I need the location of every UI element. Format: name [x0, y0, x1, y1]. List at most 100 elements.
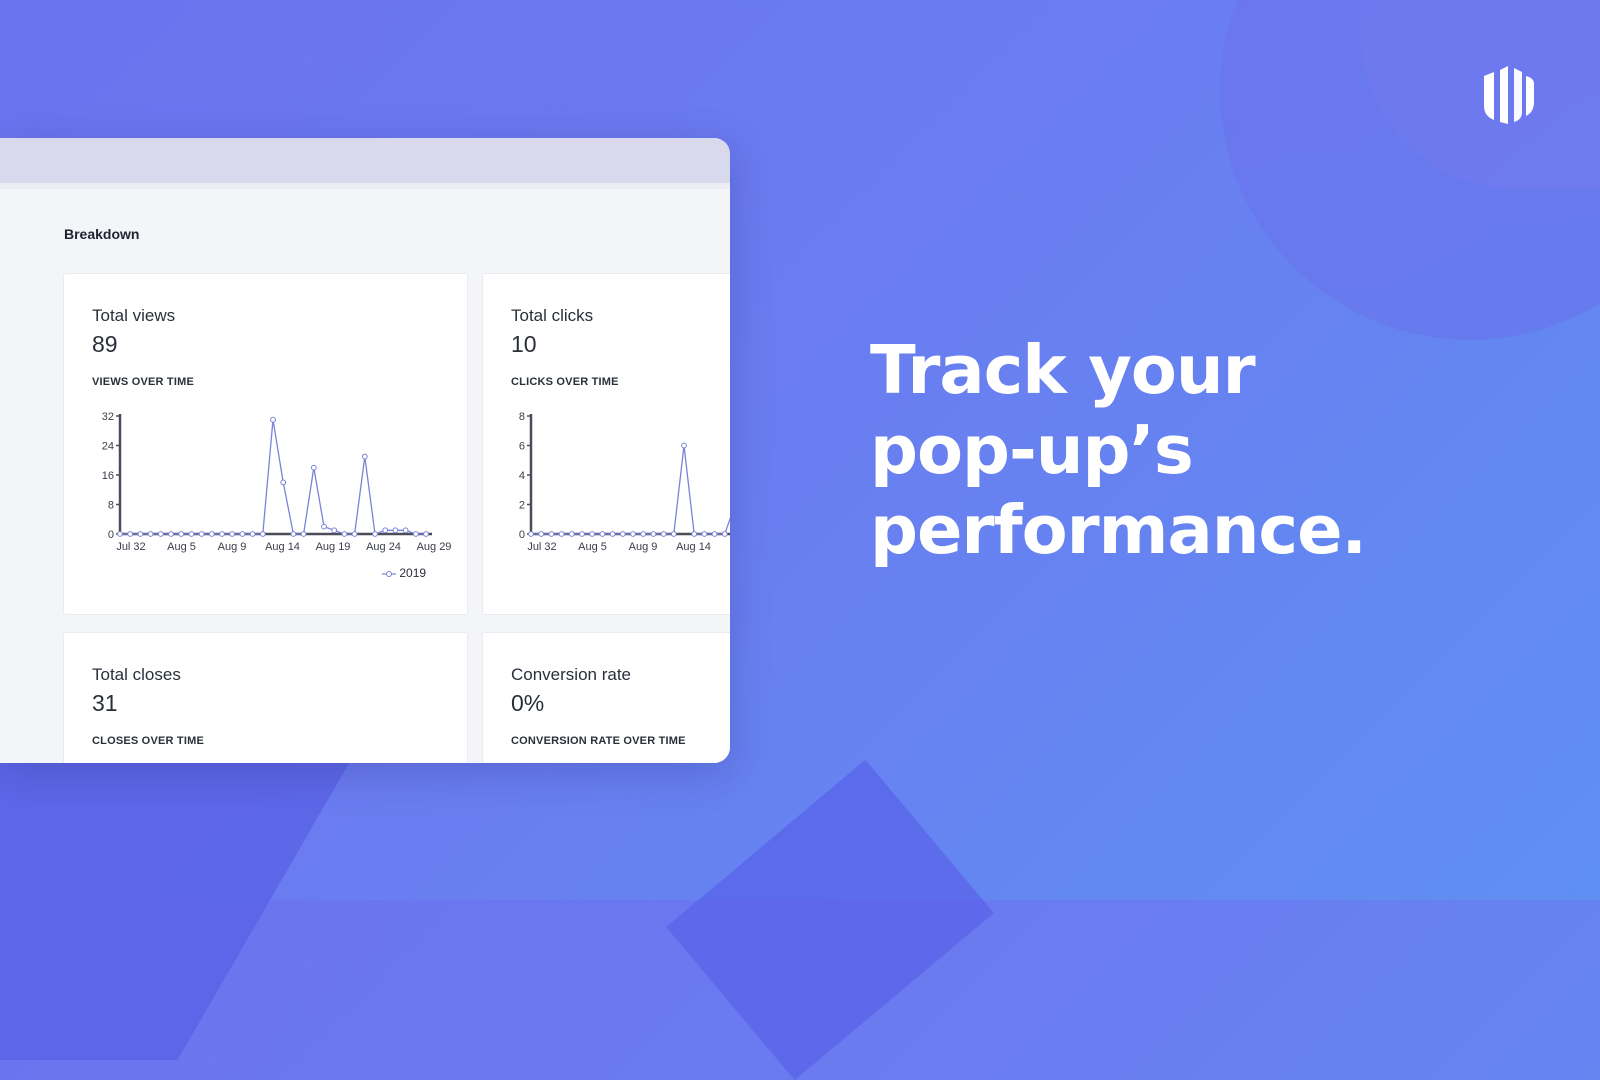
- data-point: [558, 531, 565, 537]
- data-point: [300, 531, 307, 537]
- x-tick-label: Jul 32: [116, 541, 145, 553]
- x-tick-label: Aug 9: [218, 541, 247, 553]
- x-tick-label: Jul 32: [527, 541, 556, 553]
- card-title: Total clicks: [511, 306, 594, 325]
- card-title: Total closes: [92, 665, 181, 684]
- y-tick-label: 2: [519, 500, 525, 512]
- data-point: [640, 531, 647, 537]
- data-point: [701, 531, 708, 537]
- data-point: [147, 531, 154, 537]
- legend-label: 2019: [399, 566, 427, 580]
- section-title: Breakdown: [64, 226, 140, 242]
- card-subtitle: VIEWS OVER TIME: [92, 376, 195, 388]
- data-point: [188, 531, 195, 537]
- x-tick-label: Aug 5: [578, 541, 607, 553]
- data-point: [249, 531, 256, 537]
- y-tick-label: 0: [108, 529, 114, 541]
- data-point: [157, 531, 164, 537]
- views-line-chart: 0 8 16 24 32 Jul 32 Aug 5 Aug 9 Aug 14 Aug 19 Aug …: [102, 411, 452, 553]
- card-value: 10: [511, 331, 537, 357]
- background-shape: [666, 759, 994, 1080]
- data-point: [259, 531, 266, 537]
- data-point: [681, 442, 687, 449]
- y-tick-label: 8: [108, 500, 114, 512]
- data-point: [538, 531, 545, 537]
- data-point: [198, 531, 205, 537]
- data-point: [117, 531, 123, 537]
- data-point: [219, 531, 225, 537]
- series-line: [120, 419, 426, 535]
- data-point: [351, 531, 358, 537]
- data-point: [331, 527, 338, 534]
- window-title-bar: [0, 138, 730, 189]
- y-tick-label: 4: [519, 470, 525, 482]
- data-point: [691, 531, 698, 537]
- y-tick-label: 8: [519, 411, 525, 423]
- headline: Track your pop-up’s performance.: [870, 330, 1470, 570]
- data-point: [609, 531, 616, 537]
- data-point: [670, 531, 677, 537]
- data-point: [711, 531, 718, 537]
- data-point: [568, 531, 575, 537]
- data-point: [423, 531, 429, 537]
- data-point: [137, 531, 144, 537]
- data-point: [548, 531, 555, 537]
- series-line: [531, 445, 730, 535]
- brand-logo-icon: [1484, 66, 1534, 124]
- legend-marker-icon: [382, 570, 396, 577]
- background-shape: [0, 740, 363, 1060]
- data-point: [341, 531, 348, 537]
- data-point: [361, 453, 368, 460]
- data-point: [392, 527, 399, 534]
- stat-card-views: Total views 89 VIEWS OVER TIME 0 8 16 24 32 J…: [63, 273, 468, 615]
- card-subtitle: CONVERSION RATE OVER TIME: [511, 735, 686, 747]
- stat-card-closes: Total closes 31 CLOSES OVER TIME: [63, 632, 468, 763]
- data-point: [239, 531, 246, 537]
- data-point: [412, 531, 419, 537]
- x-tick-label: Aug 24: [366, 541, 401, 553]
- x-tick-label: Aug 29: [417, 541, 452, 553]
- data-point: [321, 523, 327, 530]
- data-point: [280, 479, 287, 486]
- card-subtitle: CLOSES OVER TIME: [92, 735, 204, 747]
- data-point: [270, 416, 276, 423]
- data-point: [290, 531, 297, 537]
- data-point: [721, 531, 728, 537]
- data-point: [372, 531, 378, 537]
- chart-legend: 2019: [382, 566, 426, 580]
- card-title: Total views: [92, 306, 176, 325]
- stat-card-clicks: Total clicks 10 CLICKS OVER TIME 0 2 4 6 8 Ju…: [482, 273, 730, 615]
- dashboard-window: Breakdown Total views 89 VIEWS OVER TIME…: [0, 138, 730, 763]
- card-value: 89: [92, 331, 118, 357]
- data-point: [127, 531, 134, 537]
- x-tick-label: Aug 19: [316, 541, 351, 553]
- x-tick-label: Aug 5: [167, 541, 196, 553]
- x-tick-label: Aug 14: [676, 541, 711, 553]
- x-tick-label: Aug 14: [265, 541, 300, 553]
- card-value: 0%: [511, 690, 545, 716]
- card-value: 31: [92, 690, 118, 716]
- headline-line: Track your: [870, 331, 1256, 409]
- data-point: [599, 531, 606, 537]
- data-point: [579, 531, 585, 537]
- card-subtitle: CLICKS OVER TIME: [511, 376, 619, 388]
- x-tick-label: Aug 9: [629, 541, 658, 553]
- data-point: [528, 531, 534, 537]
- data-point: [589, 531, 596, 537]
- y-tick-label: 6: [519, 441, 525, 453]
- headline-line: performance.: [870, 491, 1367, 569]
- stat-card-conversion: Conversion rate 0% CONVERSION RATE OVER …: [482, 632, 730, 763]
- card-title: Conversion rate: [511, 665, 632, 684]
- data-point: [178, 531, 185, 537]
- data-point: [229, 531, 236, 537]
- y-tick-label: 16: [102, 470, 114, 482]
- data-point: [382, 527, 389, 534]
- y-tick-label: 0: [519, 529, 525, 541]
- headline-line: pop-up’s: [870, 411, 1194, 489]
- data-point: [619, 531, 626, 537]
- data-point: [168, 531, 174, 537]
- clicks-line-chart: 02468Jul 32 Aug 5 Aug 9 Aug 14 Au: [519, 411, 730, 553]
- data-point: [630, 531, 636, 537]
- y-tick-label: 24: [102, 441, 114, 453]
- data-point: [650, 531, 657, 537]
